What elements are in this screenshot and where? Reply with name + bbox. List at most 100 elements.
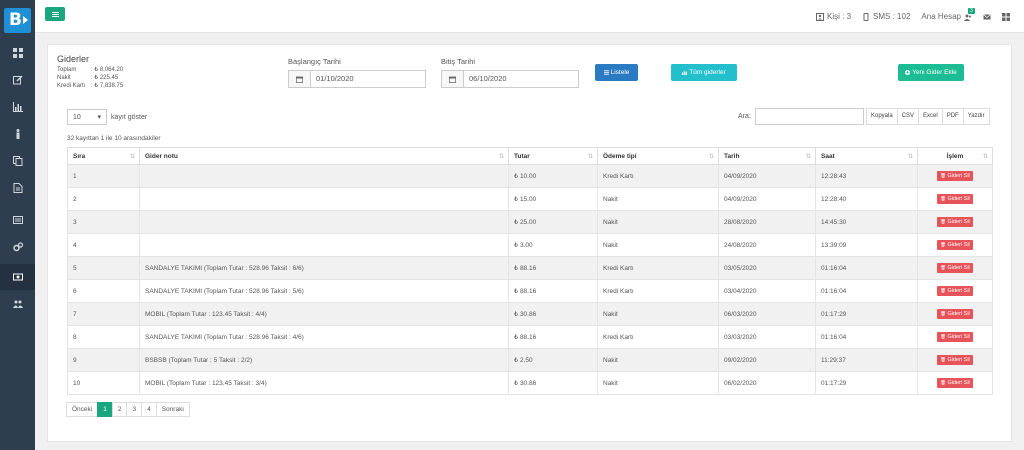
time: 13:39:09 — [815, 233, 918, 257]
delete-expense-button[interactable]: 🗑 Gideri Sil — [937, 286, 973, 296]
table-row: 7 MOBIL (Toplam Tutar : 123.45 Taksit : 4… — [67, 302, 993, 326]
delete-expense-button[interactable]: 🗑 Gideri Sil — [937, 171, 973, 181]
col-header-time[interactable]: Saat ⇅ — [815, 147, 918, 165]
export-copy-button[interactable]: Kopyala — [866, 108, 898, 125]
export-pdf-button[interactable]: PDF — [941, 108, 964, 125]
export-csv-button[interactable]: CSV — [896, 108, 920, 125]
header-label: Tutar — [514, 152, 530, 160]
money-icon[interactable] — [0, 264, 35, 290]
chart-icon[interactable] — [0, 94, 35, 120]
table-row: 10 MOBIL (Toplam Tutar : 123.45 Taksit : … — [67, 371, 993, 395]
export-excel-button[interactable]: Excel — [918, 108, 943, 125]
payment-type: Nakit — [597, 187, 719, 211]
next-page-button[interactable]: Sonraki — [155, 402, 190, 417]
mobile-icon — [863, 12, 869, 21]
expense-summary: Giderler Toplam: ₺ 8,064.20 Nakit: ₺ 225… — [57, 54, 123, 90]
sms-count[interactable]: SMS : 102 — [862, 12, 910, 21]
card-icon[interactable] — [0, 207, 35, 233]
expense-note — [139, 164, 509, 188]
sort-icon: ⇅ — [907, 154, 913, 160]
page-button[interactable]: 2 — [111, 402, 128, 417]
menu-toggle-button[interactable] — [45, 7, 65, 21]
row-index: 7 — [67, 302, 140, 326]
page-length-label: kayıt göster — [111, 113, 148, 121]
payment-type: Kredi Kartı — [597, 325, 719, 349]
list-button[interactable]: Listele — [595, 64, 638, 81]
summary-label: Nakit — [57, 75, 71, 81]
date: 04/09/2020 — [718, 164, 816, 188]
trash-icon: 🗑 — [940, 311, 946, 316]
expense-note: SANDALYE TAKIMI (Toplam Tutar : 528.96 T… — [139, 256, 509, 280]
document-icon[interactable] — [0, 175, 35, 201]
page-button[interactable]: 3 — [126, 402, 143, 417]
trash-icon: 🗑 — [940, 173, 946, 178]
page-button[interactable]: 4 — [141, 402, 157, 417]
time: 01:17:29 — [815, 302, 918, 326]
amount: ₺ 88.16 — [508, 256, 598, 280]
col-header-date[interactable]: Tarih ⇅ — [718, 147, 816, 165]
start-date-input[interactable]: 01/10/2020 — [288, 70, 426, 88]
delete-expense-button[interactable]: 🗑 Gideri Sil — [937, 217, 973, 227]
delete-expense-button[interactable]: 🗑 Gideri Sil — [937, 332, 973, 342]
end-date-label: Bitiş Tarihi — [441, 57, 476, 66]
plus-circle-icon — [905, 70, 911, 75]
expense-note: SANDALYE TAKIMI (Toplam Tutar : 528.96 T… — [139, 279, 509, 303]
end-date-value: 06/10/2020 — [469, 74, 507, 83]
add-expense-button[interactable]: Yeni Gider Ekle — [898, 64, 964, 81]
cogs-icon[interactable] — [0, 234, 35, 260]
col-header-action[interactable]: İşlem ⇅ — [917, 147, 993, 165]
users-icon[interactable] — [0, 291, 35, 317]
grid-icon — [1002, 12, 1010, 21]
topbar: Kişi : 3 SMS : 102 Ana Hesap 3 — [35, 0, 1024, 33]
start-date-value: 01/10/2020 — [316, 74, 354, 83]
table-row: 6 SANDALYE TAKIMI (Toplam Tutar : 528.96 … — [67, 279, 993, 303]
delete-label: Gideri Sil — [947, 311, 970, 317]
col-header-note[interactable]: Gider notu ⇅ — [139, 147, 509, 165]
table-row: 5 SANDALYE TAKIMI (Toplam Tutar : 528.96 … — [67, 256, 993, 280]
delete-expense-button[interactable]: 🗑 Gideri Sil — [937, 378, 973, 388]
table-info: 32 kayıttan 1 ile 10 arasındakiler — [67, 135, 161, 142]
row-index: 10 — [67, 371, 140, 395]
trash-icon: 🗑 — [940, 334, 946, 339]
person-icon[interactable] — [0, 121, 35, 147]
col-header-sira[interactable]: Sıra ⇅ — [67, 147, 140, 165]
kisi-count[interactable]: Kişi : 3 — [816, 12, 851, 21]
col-header-amount[interactable]: Tutar ⇅ — [508, 147, 598, 165]
table-row: 2 ₺ 15.00 Nakit 04/09/2020 12:28:40 🗑 Gideri … — [67, 187, 993, 211]
dashboard-icon[interactable] — [0, 40, 35, 66]
brand-logo[interactable]: B — [4, 8, 31, 33]
search-input[interactable] — [754, 108, 864, 125]
account-menu[interactable]: Ana Hesap 3 — [921, 7, 975, 21]
date: 06/02/2020 — [718, 371, 816, 395]
expense-note — [139, 187, 509, 211]
date: 28/08/2020 — [718, 210, 816, 234]
delete-expense-button[interactable]: 🗑 Gideri Sil — [937, 355, 973, 365]
header-label: İşlem — [946, 152, 964, 160]
page-button[interactable]: 1 — [97, 402, 113, 417]
delete-expense-button[interactable]: 🗑 Gideri Sil — [937, 309, 973, 319]
delete-label: Gideri Sil — [947, 334, 970, 340]
row-index: 2 — [67, 187, 140, 211]
delete-label: Gideri Sil — [947, 196, 970, 202]
export-print-button[interactable]: Yazdır — [962, 108, 990, 125]
notification-badge: 3 — [968, 7, 975, 14]
delete-label: Gideri Sil — [947, 219, 970, 225]
amount: ₺ 88.16 — [508, 325, 598, 349]
prev-page-button[interactable]: Önceki — [66, 402, 99, 417]
trash-icon: 🗑 — [940, 288, 946, 293]
copy-icon[interactable] — [0, 148, 35, 174]
delete-expense-button[interactable]: 🗑 Gideri Sil — [937, 240, 973, 250]
mail-button[interactable] — [983, 13, 991, 21]
time: 01:17:29 — [815, 371, 918, 395]
edit-icon[interactable] — [0, 67, 35, 93]
delete-expense-button[interactable]: 🗑 Gideri Sil — [937, 194, 973, 204]
all-expenses-label: Tüm giderler — [689, 69, 726, 76]
all-expenses-button[interactable]: Tüm giderler — [671, 64, 737, 81]
amount: ₺ 25.00 — [508, 210, 598, 234]
page-length-select[interactable]: 10 ▾ — [67, 109, 107, 125]
end-date-input[interactable]: 06/10/2020 — [441, 70, 579, 88]
grid-button[interactable] — [1002, 12, 1010, 21]
delete-expense-button[interactable]: 🗑 Gideri Sil — [937, 263, 973, 273]
action-cell: 🗑 Gideri Sil — [917, 256, 993, 280]
col-header-payment[interactable]: Ödeme tipi ⇅ — [597, 147, 719, 165]
